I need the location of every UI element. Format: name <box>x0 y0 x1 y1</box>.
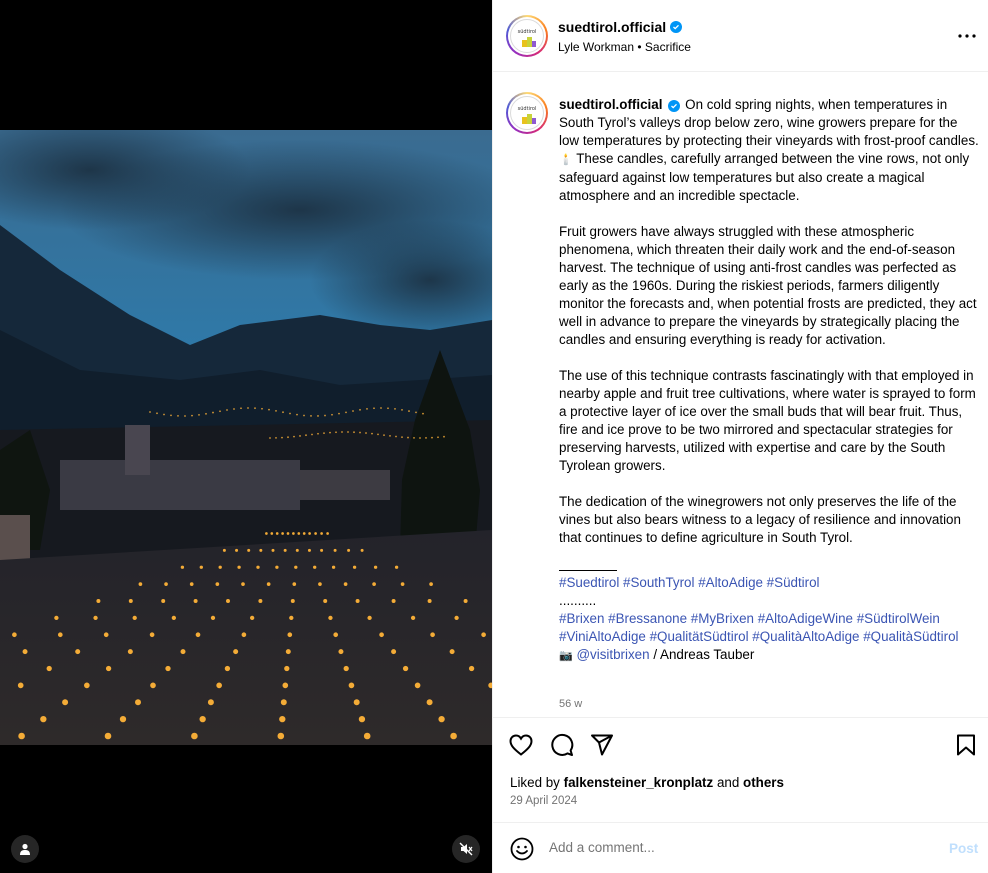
user-tag-icon <box>20 843 30 855</box>
candle-emoji-icon: 🕯️ <box>559 154 573 166</box>
audio-attribution[interactable]: Lyle Workman • Sacrifice <box>558 40 691 54</box>
avatar-logo-text: südtirol <box>517 106 537 112</box>
liked-prefix: Liked by <box>510 775 560 790</box>
post-video[interactable] <box>0 130 492 745</box>
caption-paragraph-3: The use of this technique contrasts fasc… <box>559 368 976 473</box>
credit-author: / Andreas Tauber <box>653 647 755 662</box>
caption-paragraph-4: The dedication of the winegrowers not on… <box>559 494 961 545</box>
caption-paragraph-2: Fruit growers have always struggled with… <box>559 224 977 347</box>
more-options-button[interactable] <box>955 24 979 48</box>
comment-input[interactable] <box>549 840 919 855</box>
hashtags-line-1[interactable]: #Suedtirol #SouthTyrol #AltoAdige #Südti… <box>559 574 981 592</box>
caption-avatar[interactable]: südtirol <box>506 92 548 134</box>
caption-intro-cont: These candles, carefully arranged betwee… <box>559 151 970 203</box>
verified-badge-icon <box>668 100 681 112</box>
caption-dots: .......... <box>559 593 597 608</box>
comment-button[interactable] <box>549 732 575 758</box>
camera-emoji-icon: 📷 <box>559 650 573 662</box>
hashtags-line-2[interactable]: #Brixen #Bressanone #MyBrixen #AltoAdige… <box>559 610 981 646</box>
username-text[interactable]: suedtirol.official <box>558 19 666 35</box>
profile-avatar[interactable]: südtirol <box>506 15 548 57</box>
caption-username[interactable]: suedtirol.official <box>559 97 662 112</box>
share-icon <box>591 734 613 756</box>
heart-icon <box>509 734 533 756</box>
caption-divider <box>559 561 617 571</box>
caption-section: südtirol suedtirol.official On cold spri… <box>493 73 988 718</box>
media-panel <box>0 0 492 873</box>
avatar-logo-text: südtirol <box>517 29 537 35</box>
comment-bar: Post <box>493 822 988 873</box>
liked-by-user-link[interactable]: falkensteiner_kronplatz <box>564 775 714 790</box>
audio-toggle-button[interactable] <box>452 835 480 863</box>
action-bar <box>493 732 988 760</box>
comment-icon <box>551 733 574 756</box>
emoji-button[interactable] <box>510 837 534 861</box>
tagged-users-button[interactable] <box>11 835 39 863</box>
post-date[interactable]: 29 April 2024 <box>510 795 577 807</box>
emoji-icon <box>510 837 534 861</box>
more-options-icon <box>958 34 976 38</box>
liked-others-link[interactable]: others <box>743 775 784 790</box>
save-button[interactable] <box>953 732 979 758</box>
liked-and: and <box>716 775 740 790</box>
photo-credit: 📷 @visitbrixen / Andreas Tauber <box>559 646 981 665</box>
like-button[interactable] <box>508 732 534 758</box>
likes-summary: Liked by falkensteiner_kronplatz and oth… <box>510 775 784 790</box>
bookmark-icon <box>957 734 975 756</box>
verified-badge-icon <box>670 21 683 33</box>
post-header: südtirol suedtirol.official Lyle Workman… <box>493 0 988 72</box>
share-button[interactable] <box>589 732 615 758</box>
audio-muted-icon <box>459 842 473 856</box>
post-comment-button[interactable]: Post <box>949 841 978 856</box>
credit-mention-link[interactable]: @visitbrixen <box>576 647 649 662</box>
caption-text: suedtirol.official On cold spring nights… <box>559 96 981 665</box>
post-details-panel: südtirol suedtirol.official Lyle Workman… <box>492 0 988 873</box>
video-frame <box>0 130 492 745</box>
post-time-ago[interactable]: 56 w <box>559 698 582 710</box>
header-username[interactable]: suedtirol.official <box>558 19 683 35</box>
